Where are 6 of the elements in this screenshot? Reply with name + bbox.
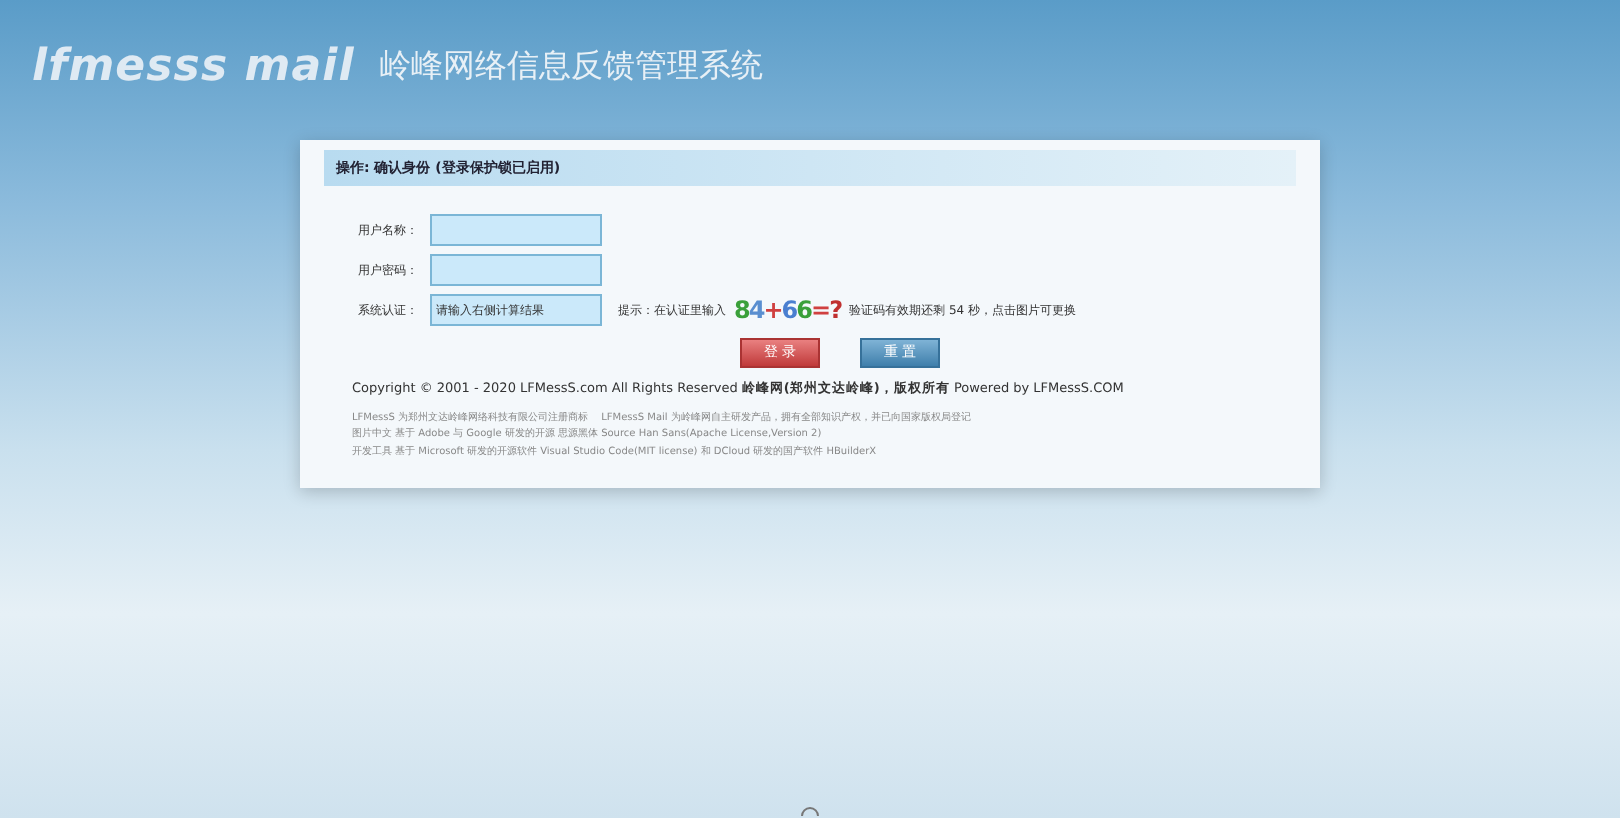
captcha-image[interactable]: 84+66=?: [734, 292, 842, 328]
logo-text: lfmesss mail: [32, 39, 355, 95]
password-field[interactable]: [430, 254, 602, 286]
username-field[interactable]: [430, 214, 602, 246]
app-title: 岭峰网络信息反馈管理系统: [378, 44, 763, 88]
caret-up-icon[interactable]: [800, 806, 820, 816]
